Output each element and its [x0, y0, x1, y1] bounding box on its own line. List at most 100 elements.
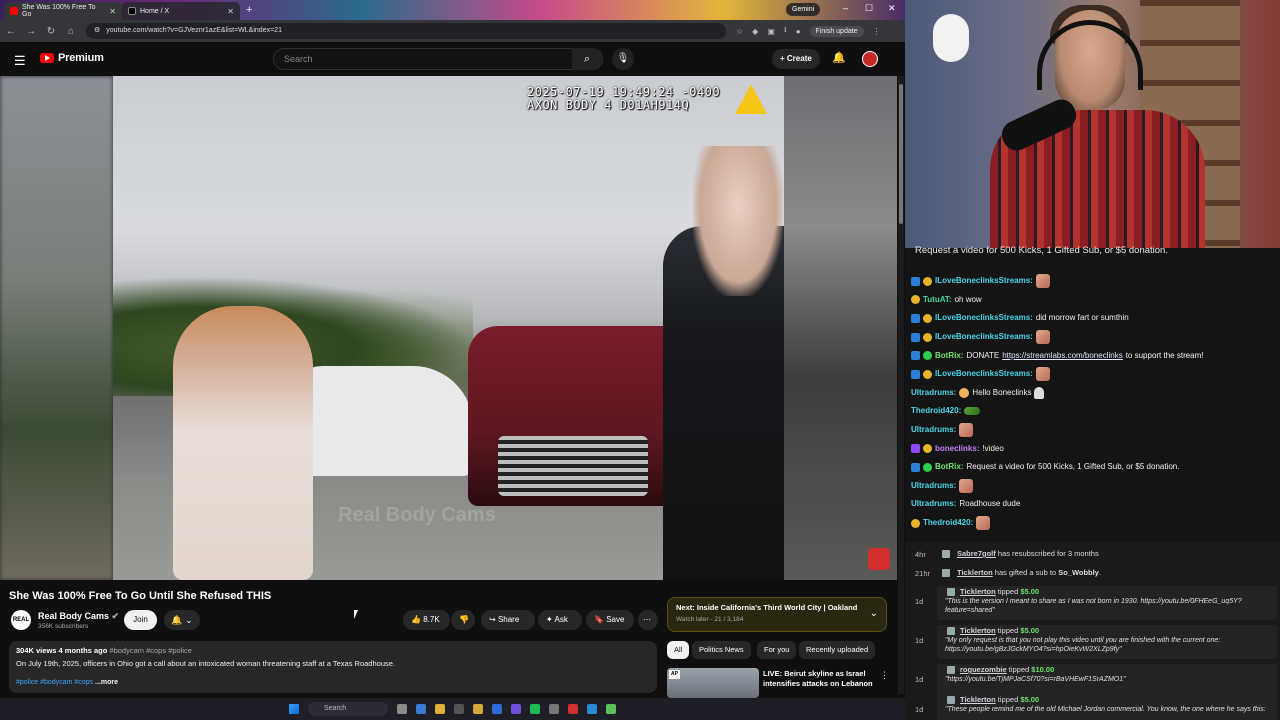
join-button[interactable]: Join — [124, 610, 157, 630]
task-view-icon[interactable] — [397, 704, 407, 714]
chat-username[interactable]: BotRix: — [935, 459, 963, 475]
event-username[interactable]: Ticklerton — [957, 568, 993, 577]
app-icon[interactable] — [606, 704, 616, 714]
chat-username[interactable]: ILoveBoneclinksStreams: — [935, 310, 1033, 326]
file-explorer-icon[interactable] — [473, 704, 483, 714]
extension-icon[interactable]: ◆ — [752, 27, 758, 36]
notification-bell-button[interactable]: 🔔 ⌄ — [164, 610, 200, 630]
app-icon[interactable] — [587, 704, 597, 714]
save-button[interactable]: 🔖 Save — [586, 610, 634, 630]
hashtags-bottom[interactable]: #police #bodycam #cops ...more — [16, 679, 118, 686]
ambient-blur-left — [0, 76, 113, 580]
reload-icon[interactable]: ↻ — [46, 26, 56, 37]
menu-icon[interactable]: ☰ — [14, 53, 26, 69]
chat-username[interactable]: Thedroid420: — [911, 403, 961, 419]
voice-search-button[interactable]: 🎙 — [612, 48, 634, 70]
close-window-icon[interactable]: ✕ — [888, 3, 896, 14]
chip-recently-uploaded[interactable]: Recently uploaded — [799, 641, 876, 659]
url-field[interactable]: ⚙ youtube.com/watch?v=GJVeznr1azE&list=W… — [86, 23, 726, 39]
finish-update-button[interactable]: Finish update — [809, 25, 864, 37]
subscribe-watermark-icon[interactable] — [868, 548, 890, 570]
windows-start-icon[interactable] — [289, 704, 299, 714]
spotify-icon[interactable] — [530, 704, 540, 714]
gift-target[interactable]: So_Wobbly — [1058, 568, 1099, 577]
show-more-link[interactable]: ...more — [95, 679, 118, 686]
discord-icon[interactable] — [511, 704, 521, 714]
chat-link[interactable]: https://streamlabs.com/boneclinks — [1002, 348, 1123, 364]
back-icon[interactable]: ← — [6, 26, 16, 37]
downloads-icon[interactable]: ⭳ — [784, 24, 787, 38]
chat-username[interactable]: Ultradrums: — [911, 478, 956, 494]
app-icon[interactable] — [454, 704, 464, 714]
event-username[interactable]: Sabre7golf — [957, 549, 996, 558]
emote-icon — [976, 516, 991, 531]
close-tab-icon[interactable]: ✕ — [227, 7, 234, 16]
bookmark-star-icon[interactable]: ☆ — [736, 27, 743, 36]
new-tab-button[interactable]: + — [246, 4, 252, 16]
chat-username[interactable]: Thedroid420: — [923, 515, 973, 531]
chat-username[interactable]: ILoveBoneclinksStreams: — [935, 329, 1033, 345]
browser-window: She Was 100% Free To Go ✕ Home / X ✕ + G… — [0, 0, 905, 720]
search-input[interactable]: Search — [273, 48, 603, 70]
hashtag-links[interactable]: #police #bodycam #cops — [16, 679, 93, 686]
event-username[interactable]: roguezombie — [960, 665, 1007, 674]
chat-username[interactable]: BotRix: — [935, 348, 963, 364]
more-actions-button[interactable]: ⋯ — [638, 610, 658, 630]
app-icon[interactable] — [549, 704, 559, 714]
dislike-button[interactable]: 👎 — [451, 610, 475, 630]
site-info-icon[interactable]: ⚙ — [94, 23, 100, 39]
channel-name-text: Real Body Cams — [38, 611, 110, 621]
event-username[interactable]: Ticklerton — [960, 626, 996, 635]
taskbar-search[interactable]: Search — [308, 702, 388, 716]
edge-icon[interactable] — [416, 704, 426, 714]
video-player[interactable]: 2025-07-19 19:49:24 -0400 AXON BODY 4 D0… — [0, 76, 897, 580]
video-frame[interactable]: 2025-07-19 19:49:24 -0400 AXON BODY 4 D0… — [113, 76, 784, 580]
chevron-down-icon[interactable]: ⌄ — [870, 608, 878, 619]
ask-button[interactable]: ✦ Ask — [538, 610, 582, 630]
chat-username[interactable]: Ultradrums: — [911, 422, 956, 438]
chip-all[interactable]: All — [667, 641, 690, 659]
close-tab-icon[interactable]: ✕ — [109, 7, 116, 16]
app-icon[interactable] — [568, 704, 578, 714]
tab-youtube[interactable]: She Was 100% Free To Go ✕ — [4, 2, 122, 20]
forward-icon[interactable]: → — [26, 26, 36, 37]
up-next-panel[interactable]: Next: Inside California's Third World Ci… — [667, 597, 887, 632]
menu-kebab-icon[interactable]: ⋮ — [873, 27, 881, 36]
like-button[interactable]: 👍 8.7K — [403, 610, 450, 630]
maximize-icon[interactable]: ☐ — [865, 3, 873, 14]
chat-username[interactable]: ILoveBoneclinksStreams: — [935, 366, 1033, 382]
account-avatar[interactable] — [862, 51, 878, 67]
chrome-icon[interactable] — [435, 704, 445, 714]
event-username[interactable]: Ticklerton — [960, 695, 996, 704]
chat-username[interactable]: TutuAT: — [923, 292, 952, 308]
create-button[interactable]: + Create — [772, 49, 820, 69]
recommended-thumbnail[interactable] — [667, 668, 759, 698]
event-username[interactable]: Ticklerton — [960, 587, 996, 596]
youtube-logo[interactable]: Premium — [40, 52, 104, 64]
chip-politics-news[interactable]: Politics News — [692, 641, 751, 659]
chat-badge-icon — [911, 276, 920, 286]
recommended-title[interactable]: LIVE: Beirut skyline as Israel intensifi… — [763, 669, 878, 689]
channel-name[interactable]: Real Body Cams ✔ — [38, 611, 119, 622]
hashtags-top[interactable]: #bodycam #cops #police — [109, 646, 192, 655]
chat-username[interactable]: ILoveBoneclinksStreams: — [935, 273, 1033, 289]
extensions-puzzle-icon[interactable]: ▣ — [767, 27, 775, 36]
chat-username[interactable]: Ultradrums: — [911, 496, 956, 512]
home-icon[interactable]: ⌂ — [66, 26, 76, 37]
search-button[interactable]: ⌕ — [572, 48, 602, 70]
scrollbar-thumb[interactable] — [899, 84, 903, 224]
channel-avatar[interactable]: REAL — [11, 610, 31, 630]
notifications-bell-icon[interactable]: 🔔 — [832, 51, 846, 64]
steam-icon[interactable] — [492, 704, 502, 714]
chip-for-you[interactable]: For you — [757, 641, 797, 659]
share-button[interactable]: ↪ Share — [481, 610, 535, 630]
description-box[interactable]: 304K views 4 months ago #bodycam #cops #… — [9, 641, 657, 693]
minimize-icon[interactable]: – — [843, 3, 848, 13]
chat-username[interactable]: Ultradrums: — [911, 385, 956, 401]
profile-icon[interactable]: ● — [796, 27, 801, 36]
gemini-button[interactable]: Gemini — [786, 3, 821, 16]
more-vert-icon[interactable]: ⋮ — [880, 670, 889, 681]
chat-username[interactable]: boneclinks: — [935, 441, 979, 457]
page-scrollbar[interactable] — [898, 76, 904, 694]
tab-x[interactable]: Home / X ✕ — [122, 2, 240, 20]
